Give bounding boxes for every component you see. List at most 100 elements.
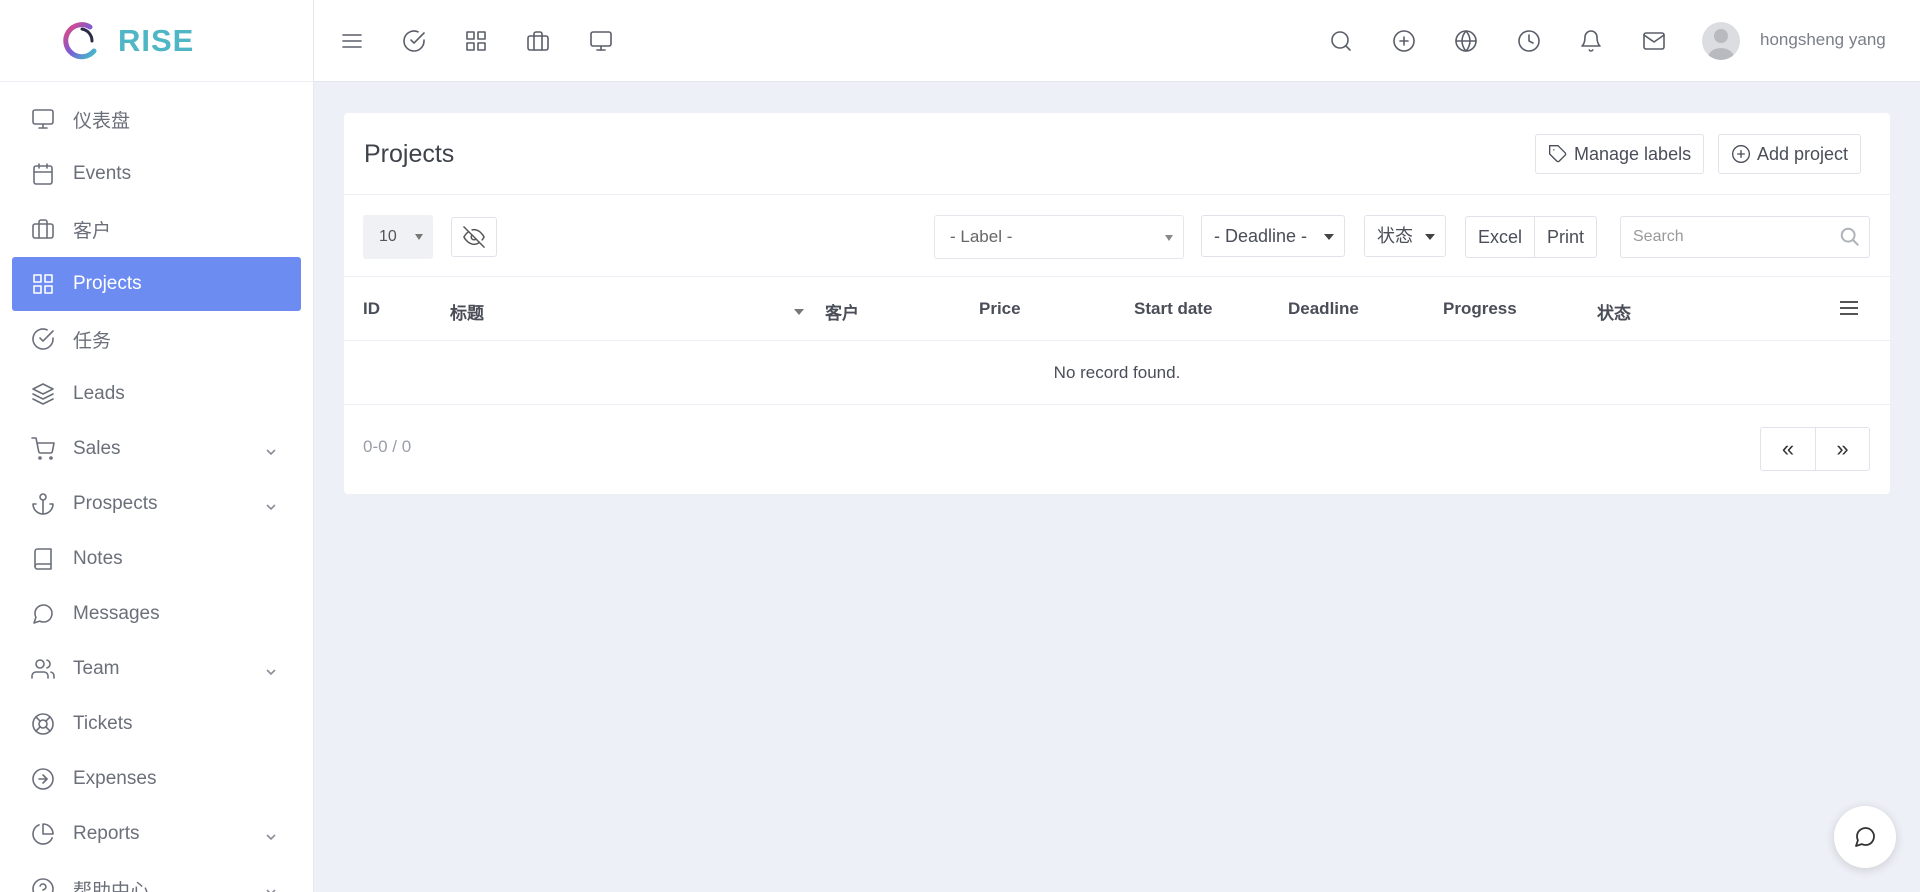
caret-down-icon — [1425, 234, 1435, 240]
help-circle-icon — [30, 876, 56, 892]
monitor-icon — [30, 106, 56, 132]
sidebar: RISE 仪表盘 Events 客户 Projects 任务 Leads Sal… — [0, 0, 314, 892]
user-name[interactable]: hongsheng yang — [1760, 30, 1886, 50]
column-header-client[interactable]: 客户 — [825, 299, 859, 324]
calendar-icon — [30, 161, 56, 187]
sidebar-nav: 仪表盘 Events 客户 Projects 任务 Leads Sales Pr… — [0, 82, 313, 892]
plus-circle-icon[interactable] — [1389, 26, 1419, 56]
bell-icon[interactable] — [1576, 26, 1606, 56]
projects-card: Projects Manage labels Add project 10 - … — [344, 113, 1890, 494]
caret-down-icon — [1324, 234, 1334, 240]
caret-down-icon — [415, 234, 423, 240]
add-project-label: Add project — [1757, 143, 1849, 164]
brand-name: RISE — [118, 22, 195, 58]
sidebar-item-label: 客户 — [73, 220, 112, 242]
briefcase-icon[interactable] — [523, 26, 553, 56]
status-filter-dropdown[interactable]: 状态 — [1364, 215, 1446, 257]
sidebar-item-label: Leads — [73, 383, 125, 404]
sidebar-item-tasks[interactable]: 任务 — [12, 312, 301, 366]
sidebar-item-label: Notes — [73, 548, 123, 569]
monitor-icon[interactable] — [586, 26, 616, 56]
page-title: Projects — [364, 140, 455, 168]
manage-labels-label: Manage labels — [1574, 143, 1692, 164]
search-box — [1620, 216, 1870, 258]
print-button[interactable]: Print — [1534, 217, 1596, 257]
eye-off-icon — [463, 226, 485, 248]
empty-table-message: No record found. — [344, 341, 1890, 405]
export-button-group: Excel Print — [1465, 216, 1598, 258]
search-input[interactable] — [1621, 217, 1821, 257]
column-header-title[interactable]: 标题 — [450, 299, 484, 324]
sidebar-item-label: Tickets — [73, 713, 133, 734]
sidebar-item-label: Messages — [73, 603, 160, 624]
check-circle-icon[interactable] — [399, 26, 429, 56]
sidebar-item-help-center[interactable]: 帮助中心 — [12, 862, 301, 892]
previous-page-button[interactable]: « — [1761, 428, 1815, 470]
topbar: hongsheng yang — [314, 0, 1920, 82]
column-menu-icon[interactable] — [1840, 301, 1858, 317]
avatar[interactable] — [1702, 22, 1740, 60]
sidebar-item-prospects[interactable]: Prospects — [12, 477, 301, 531]
column-header-progress[interactable]: Progress — [1443, 299, 1517, 319]
sidebar-item-team[interactable]: Team — [12, 642, 301, 696]
sidebar-item-sales[interactable]: Sales — [12, 422, 301, 476]
grid-icon[interactable] — [461, 26, 491, 56]
sidebar-item-reports[interactable]: Reports — [12, 807, 301, 861]
sidebar-item-label: Events — [73, 163, 132, 184]
sidebar-item-label: Expenses — [73, 768, 157, 789]
clock-icon[interactable] — [1514, 26, 1544, 56]
excel-button[interactable]: Excel — [1466, 217, 1534, 257]
search-icon[interactable] — [1326, 26, 1356, 56]
page-size-select[interactable]: 10 — [363, 215, 433, 259]
cart-icon — [30, 436, 56, 462]
plus-circle-icon — [1732, 145, 1750, 163]
chat-button[interactable] — [1834, 806, 1896, 868]
brand[interactable]: RISE — [0, 0, 313, 82]
column-header-status[interactable]: 状态 — [1597, 299, 1631, 324]
column-header-price[interactable]: Price — [979, 299, 1021, 319]
message-circle-icon — [30, 601, 56, 627]
sidebar-item-dashboard[interactable]: 仪表盘 — [12, 92, 301, 146]
menu-icon[interactable] — [337, 26, 367, 56]
sidebar-item-label: 任务 — [73, 330, 112, 352]
add-project-button[interactable]: Add project — [1718, 134, 1862, 174]
pagination: « » — [1760, 427, 1870, 471]
page-size-value: 10 — [379, 228, 397, 245]
sidebar-item-label: Team — [73, 658, 120, 679]
rise-logo-icon — [63, 21, 97, 59]
caret-down-icon — [1165, 235, 1173, 241]
table-header: ID 标题 客户 Price Start date Deadline Progr… — [344, 277, 1890, 341]
column-header-start-date[interactable]: Start date — [1134, 299, 1212, 319]
check-circle-icon — [30, 326, 56, 352]
sidebar-item-label: Projects — [73, 273, 142, 294]
globe-icon[interactable] — [1451, 26, 1481, 56]
record-count: 0-0 / 0 — [363, 437, 412, 456]
sidebar-item-expenses[interactable]: Expenses — [12, 752, 301, 806]
sidebar-item-leads[interactable]: Leads — [12, 367, 301, 421]
deadline-filter-dropdown[interactable]: - Deadline - — [1201, 215, 1345, 257]
grid-icon — [30, 271, 56, 297]
sidebar-item-clients[interactable]: 客户 — [12, 202, 301, 256]
sidebar-item-events[interactable]: Events — [12, 147, 301, 201]
sidebar-item-tickets[interactable]: Tickets — [12, 697, 301, 751]
sidebar-item-label: 帮助中心 — [73, 880, 150, 892]
sidebar-item-projects[interactable]: Projects — [12, 257, 301, 311]
column-header-id[interactable]: ID — [363, 299, 380, 319]
label-filter-select[interactable]: - Label - — [934, 215, 1184, 259]
card-header: Projects Manage labels Add project — [344, 113, 1890, 195]
sidebar-item-notes[interactable]: Notes — [12, 532, 301, 586]
layers-icon — [30, 381, 56, 407]
users-icon — [30, 656, 56, 682]
manage-labels-button[interactable]: Manage labels — [1535, 134, 1705, 174]
mail-icon[interactable] — [1639, 26, 1669, 56]
sidebar-item-messages[interactable]: Messages — [12, 587, 301, 641]
sidebar-item-label: Reports — [73, 823, 140, 844]
message-circle-icon — [1855, 827, 1875, 847]
toggle-columns-button[interactable] — [451, 217, 497, 257]
briefcase-icon — [30, 216, 56, 242]
search-icon[interactable] — [1839, 226, 1861, 248]
next-page-button[interactable]: » — [1815, 428, 1869, 470]
tag-icon — [1549, 145, 1567, 163]
column-header-deadline[interactable]: Deadline — [1288, 299, 1359, 319]
label-filter-value: - Label - — [950, 227, 1013, 246]
